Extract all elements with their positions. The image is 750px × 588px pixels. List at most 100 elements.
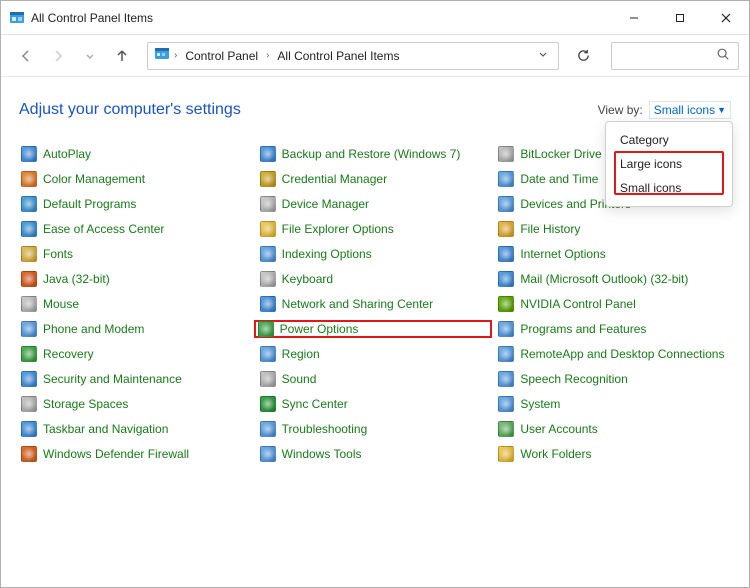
dropdown-item-small-icons[interactable]: Small icons	[606, 176, 732, 200]
toolbar: › Control Panel › All Control Panel Item…	[1, 35, 749, 77]
control-panel-item-label: Windows Tools	[282, 447, 362, 461]
windows-tools-icon	[260, 446, 276, 462]
chevron-right-icon[interactable]: ›	[174, 50, 177, 61]
control-panel-item[interactable]: File Explorer Options	[258, 220, 493, 238]
control-panel-item[interactable]: RemoteApp and Desktop Connections	[496, 345, 731, 363]
control-panel-item[interactable]: Security and Maintenance	[19, 370, 254, 388]
control-panel-item-label: Backup and Restore (Windows 7)	[282, 147, 461, 161]
control-panel-item[interactable]: Speech Recognition	[496, 370, 731, 388]
control-panel-item[interactable]: Credential Manager	[258, 170, 493, 188]
control-panel-item[interactable]: Work Folders	[496, 445, 731, 463]
titlebar: All Control Panel Items	[1, 1, 749, 35]
troubleshoot-icon	[260, 421, 276, 437]
close-button[interactable]	[703, 2, 749, 34]
dropdown-item-category[interactable]: Category	[606, 128, 732, 152]
control-panel-item[interactable]: Storage Spaces	[19, 395, 254, 413]
address-bar[interactable]: › Control Panel › All Control Panel Item…	[147, 42, 559, 70]
recent-button[interactable]	[75, 41, 105, 71]
control-panel-item[interactable]: Power Options	[254, 320, 493, 338]
breadcrumb-seg-1[interactable]: Control Panel	[181, 47, 262, 65]
up-button[interactable]	[107, 41, 137, 71]
backup-icon	[260, 146, 276, 162]
viewby-dropdown-menu: Category Large icons Small icons	[605, 121, 733, 207]
sound-icon	[260, 371, 276, 387]
indexing-icon	[260, 246, 276, 262]
internet-icon	[498, 246, 514, 262]
mail-icon	[498, 271, 514, 287]
refresh-button[interactable]	[565, 42, 601, 70]
control-panel-item-label: Fonts	[43, 247, 73, 261]
work-folders-icon	[498, 446, 514, 462]
control-panel-item[interactable]: Sound	[258, 370, 493, 388]
dropdown-item-large-icons[interactable]: Large icons	[606, 152, 732, 176]
addr-icon	[154, 46, 170, 65]
control-panel-item[interactable]: Windows Defender Firewall	[19, 445, 254, 463]
control-panel-item[interactable]: Mouse	[19, 295, 254, 313]
file-explorer-icon	[260, 221, 276, 237]
control-panel-item[interactable]: Troubleshooting	[258, 420, 493, 438]
control-panel-item-label: Credential Manager	[282, 172, 387, 186]
control-panel-item[interactable]: Backup and Restore (Windows 7)	[258, 145, 493, 163]
control-panel-item[interactable]: Fonts	[19, 245, 254, 263]
control-panel-item-label: Date and Time	[520, 172, 598, 186]
control-panel-item[interactable]: NVIDIA Control Panel	[496, 295, 731, 313]
network-icon	[260, 296, 276, 312]
security-icon	[21, 371, 37, 387]
control-panel-item[interactable]: File History	[496, 220, 731, 238]
window-buttons	[611, 2, 749, 34]
search-box[interactable]	[611, 42, 739, 70]
search-icon	[716, 47, 730, 64]
devices-icon	[498, 196, 514, 212]
minimize-button[interactable]	[611, 2, 657, 34]
control-panel-item[interactable]: Keyboard	[258, 270, 493, 288]
back-button[interactable]	[11, 41, 41, 71]
control-panel-item-label: Recovery	[43, 347, 94, 361]
control-panel-item-label: Keyboard	[282, 272, 333, 286]
control-panel-item[interactable]: Sync Center	[258, 395, 493, 413]
control-panel-item-label: Default Programs	[43, 197, 136, 211]
breadcrumb-seg-2[interactable]: All Control Panel Items	[273, 47, 403, 65]
credentials-icon	[260, 171, 276, 187]
control-panel-item[interactable]: Java (32-bit)	[19, 270, 254, 288]
control-panel-item[interactable]: AutoPlay	[19, 145, 254, 163]
forward-button[interactable]	[43, 41, 73, 71]
addr-dropdown[interactable]	[534, 49, 552, 62]
control-panel-item[interactable]: Indexing Options	[258, 245, 493, 263]
control-panel-item-label: File Explorer Options	[282, 222, 394, 236]
control-panel-item[interactable]: Programs and Features	[496, 320, 731, 338]
control-panel-item[interactable]: Mail (Microsoft Outlook) (32-bit)	[496, 270, 731, 288]
control-panel-item[interactable]: Default Programs	[19, 195, 254, 213]
control-panel-item-label: System	[520, 397, 560, 411]
chevron-right-icon[interactable]: ›	[266, 50, 269, 61]
control-panel-item[interactable]: Phone and Modem	[19, 320, 254, 338]
control-panel-item[interactable]: Color Management	[19, 170, 254, 188]
control-panel-item[interactable]: Ease of Access Center	[19, 220, 254, 238]
control-panel-item-label: Region	[282, 347, 320, 361]
taskbar-icon	[21, 421, 37, 437]
file-history-icon	[498, 221, 514, 237]
control-panel-item[interactable]: Device Manager	[258, 195, 493, 213]
control-panel-item[interactable]: User Accounts	[496, 420, 731, 438]
control-panel-item[interactable]: Region	[258, 345, 493, 363]
viewby-current: Small icons	[654, 103, 715, 117]
caret-down-icon: ▼	[717, 105, 726, 115]
control-panel-item[interactable]: Taskbar and Navigation	[19, 420, 254, 438]
control-panel-item-label: AutoPlay	[43, 147, 91, 161]
java-icon	[21, 271, 37, 287]
control-panel-item-label: Device Manager	[282, 197, 369, 211]
control-panel-item-label: Sync Center	[282, 397, 348, 411]
window-title: All Control Panel Items	[31, 11, 153, 25]
control-panel-item[interactable]: Windows Tools	[258, 445, 493, 463]
viewby-dropdown-button[interactable]: Small icons ▼	[649, 101, 731, 119]
maximize-button[interactable]	[657, 2, 703, 34]
control-panel-item[interactable]: Network and Sharing Center	[258, 295, 493, 313]
control-panel-item[interactable]: Internet Options	[496, 245, 731, 263]
autoplay-icon	[21, 146, 37, 162]
control-panel-item-label: Power Options	[280, 322, 363, 336]
control-panel-item-label: Network and Sharing Center	[282, 297, 433, 311]
items-column-1: AutoPlay Color Management Default Programs…	[19, 145, 254, 463]
color-management-icon	[21, 171, 37, 187]
control-panel-item[interactable]: System	[496, 395, 731, 413]
control-panel-item-label: Storage Spaces	[43, 397, 128, 411]
control-panel-item[interactable]: Recovery	[19, 345, 254, 363]
